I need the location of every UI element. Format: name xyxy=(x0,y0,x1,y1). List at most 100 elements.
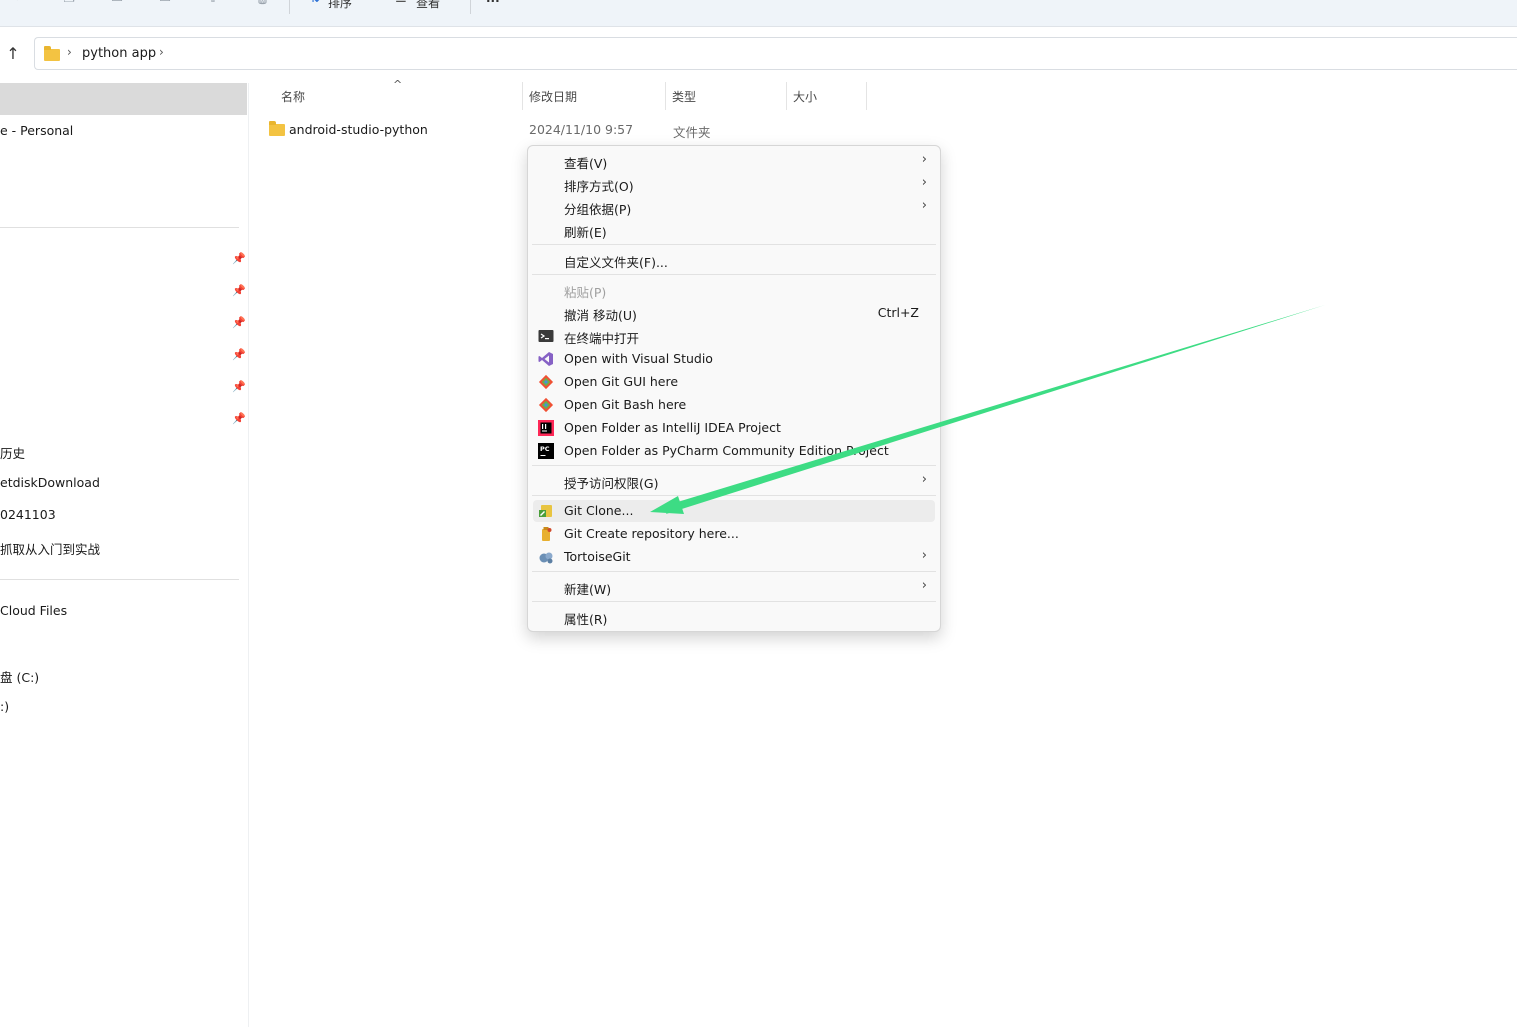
menu-item-git-bash[interactable]: Open Git Bash here xyxy=(533,394,935,416)
menu-item-undo[interactable]: 撤消 移动(U) Ctrl+Z xyxy=(533,302,935,324)
chevron-right-icon: › xyxy=(921,152,927,167)
menu-item-label: 属性(R) xyxy=(564,612,608,627)
menu-item-git-create[interactable]: Git Create repository here... xyxy=(533,523,935,545)
toolbar-divider xyxy=(289,0,290,14)
sort-ascending-icon: ^ xyxy=(393,78,403,91)
menu-separator xyxy=(532,601,936,602)
paste-icon[interactable]: ▭ xyxy=(110,0,124,6)
menu-separator xyxy=(532,465,936,466)
menu-item-label: 粘贴(P) xyxy=(564,285,607,300)
chevron-right-icon[interactable]: › xyxy=(159,45,164,59)
git-bash-icon xyxy=(538,397,554,413)
pin-icon: 📌 xyxy=(232,412,246,425)
menu-separator xyxy=(532,571,936,572)
menu-item-customize[interactable]: 自定义文件夹(F)... xyxy=(533,249,935,271)
terminal-icon xyxy=(538,330,554,342)
pin-icon: 📌 xyxy=(232,252,246,265)
sidebar-item-history[interactable]: 历史 xyxy=(0,443,25,462)
address-bar[interactable]: › python app › xyxy=(34,37,1517,70)
menu-item-label: 授予访问权限(G) xyxy=(564,476,659,491)
menu-item-intellij[interactable]: Open Folder as IntelliJ IDEA Project xyxy=(533,417,935,439)
menu-item-visual-studio[interactable]: Open with Visual Studio xyxy=(533,348,935,370)
menu-item-group[interactable]: 分组依据(P) › xyxy=(533,196,935,218)
pin-icon: 📌 xyxy=(232,316,246,329)
view-icon: ☰ xyxy=(394,0,408,6)
sidebar-item-selected[interactable] xyxy=(0,83,247,115)
file-name[interactable]: android-studio-python xyxy=(289,122,428,137)
git-create-repo-icon xyxy=(542,527,552,541)
more-button[interactable]: ··· xyxy=(486,0,500,8)
menu-item-label: 在终端中打开 xyxy=(564,331,640,346)
breadcrumb-item[interactable]: python app xyxy=(82,46,156,61)
column-divider[interactable] xyxy=(665,82,666,110)
menu-item-label: Open Git GUI here xyxy=(564,374,679,389)
pin-icon: 📌 xyxy=(232,380,246,393)
menu-item-label: 撤消 移动(U) xyxy=(564,308,637,323)
sidebar-item-date-folder[interactable]: 0241103 xyxy=(0,507,56,522)
menu-item-pycharm[interactable]: PC Open Folder as PyCharm Community Edit… xyxy=(533,440,935,462)
pin-icon: 📌 xyxy=(232,348,246,361)
menu-shortcut: Ctrl+Z xyxy=(877,305,919,320)
menu-item-label: 自定义文件夹(F)... xyxy=(564,255,668,270)
share-icon[interactable]: ⇪ xyxy=(206,0,220,6)
menu-item-grant-access[interactable]: 授予访问权限(G) › xyxy=(533,470,935,492)
menu-item-label: Git Create repository here... xyxy=(564,526,739,541)
menu-separator xyxy=(532,244,936,245)
column-header-size[interactable]: 大小 xyxy=(793,88,817,105)
chevron-right-icon: › xyxy=(921,175,927,190)
tortoisegit-icon xyxy=(539,552,553,564)
visual-studio-icon xyxy=(538,352,553,366)
chevron-right-icon[interactable]: › xyxy=(67,45,72,59)
menu-item-label: Open Folder as PyCharm Community Edition… xyxy=(564,443,889,458)
sidebar-item-drive-c[interactable]: 盘 (C:) xyxy=(0,667,39,686)
menu-item-label: 分组依据(P) xyxy=(564,202,632,217)
toolbar-divider xyxy=(470,0,471,14)
view-button[interactable]: 查看 xyxy=(416,0,440,11)
column-divider[interactable] xyxy=(786,82,787,110)
menu-item-tortoisegit[interactable]: TortoiseGit › xyxy=(533,546,935,568)
sidebar-item-drive[interactable]: :) xyxy=(0,699,9,714)
sidebar-item-onedrive[interactable]: e - Personal xyxy=(0,123,73,138)
menu-item-sort[interactable]: 排序方式(O) › xyxy=(533,173,935,195)
command-bar: ✂ ❐ ▭ ▭ ⇪ 🗑 ⇅ 排序 ☰ 查看 ··· xyxy=(0,0,1517,27)
sidebar-item-netdisk[interactable]: etdiskDownload xyxy=(0,475,100,490)
menu-separator xyxy=(532,274,936,275)
menu-item-refresh[interactable]: 刷新(E) xyxy=(533,219,935,241)
menu-item-label: Open Folder as IntelliJ IDEA Project xyxy=(564,420,781,435)
menu-item-label: 查看(V) xyxy=(564,156,608,171)
rename-icon[interactable]: ▭ xyxy=(158,0,172,6)
chevron-right-icon: › xyxy=(921,472,927,487)
menu-item-label: 排序方式(O) xyxy=(564,179,634,194)
cut-icon[interactable]: ✂ xyxy=(14,0,28,6)
menu-item-properties[interactable]: 属性(R) xyxy=(533,606,935,628)
menu-item-new[interactable]: 新建(W) › xyxy=(533,576,935,598)
pin-icon: 📌 xyxy=(232,284,246,297)
column-header-type[interactable]: 类型 xyxy=(672,88,696,105)
sidebar-divider xyxy=(0,579,239,580)
menu-item-view[interactable]: 查看(V) › xyxy=(533,150,935,172)
column-divider[interactable] xyxy=(522,82,523,110)
sort-icon: ⇅ xyxy=(308,0,322,6)
chevron-right-icon: › xyxy=(921,198,927,213)
git-clone-icon xyxy=(539,505,552,517)
up-arrow-icon[interactable]: ↑ xyxy=(4,45,22,63)
sidebar-item-cloud-files[interactable]: Cloud Files xyxy=(0,603,67,618)
sort-button[interactable]: 排序 xyxy=(328,0,352,11)
column-header-modified[interactable]: 修改日期 xyxy=(529,88,577,105)
menu-item-label: TortoiseGit xyxy=(564,549,631,564)
copy-icon[interactable]: ❐ xyxy=(62,0,76,6)
sidebar-divider xyxy=(0,227,239,228)
folder-icon xyxy=(44,46,60,61)
menu-item-label: Open Git Bash here xyxy=(564,397,687,412)
file-modified: 2024/11/10 9:57 xyxy=(529,122,634,137)
menu-item-terminal[interactable]: 在终端中打开 xyxy=(533,325,935,347)
column-header-name[interactable]: 名称 xyxy=(281,88,305,105)
menu-item-git-clone[interactable]: Git Clone... xyxy=(533,500,935,522)
menu-item-git-gui[interactable]: Open Git GUI here xyxy=(533,371,935,393)
column-divider[interactable] xyxy=(866,82,867,110)
delete-icon[interactable]: 🗑 xyxy=(254,0,271,6)
chevron-right-icon: › xyxy=(921,578,927,593)
menu-item-label: 刷新(E) xyxy=(564,225,607,240)
menu-item-label: Open with Visual Studio xyxy=(564,351,713,366)
sidebar-item-course[interactable]: 抓取从入门到实战 xyxy=(0,539,100,558)
